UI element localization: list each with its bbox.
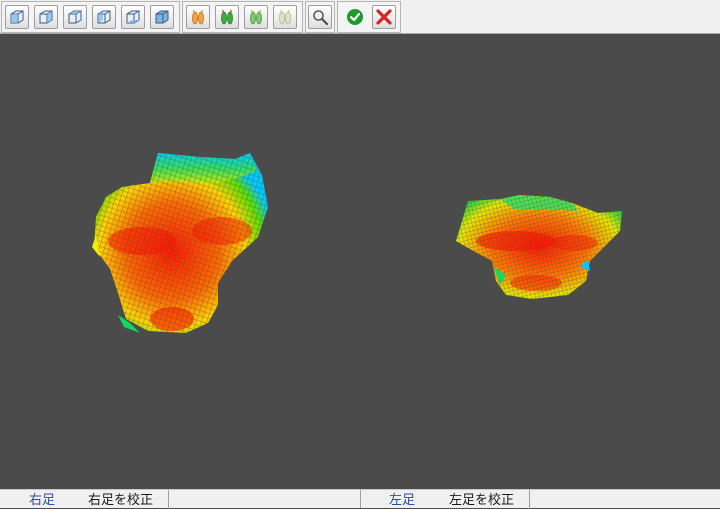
cube-view-6-button[interactable] xyxy=(150,5,174,29)
zoom-toolbar-group xyxy=(305,1,335,33)
foot-toolbar-group xyxy=(182,1,303,33)
cancel-button[interactable] xyxy=(372,5,396,29)
cube-view-4-button[interactable] xyxy=(92,5,116,29)
footer: 右足 右足を校正 左足 左足を校正 xyxy=(0,487,720,509)
magnifier-icon xyxy=(313,10,329,26)
cube-view-5-button[interactable] xyxy=(121,5,145,29)
zoom-button[interactable] xyxy=(308,5,332,29)
both-feet-orange-button[interactable] xyxy=(186,5,210,29)
both-feet-green-light-button[interactable] xyxy=(244,5,268,29)
check-icon xyxy=(347,9,363,25)
tab-left-foot[interactable]: 左足 xyxy=(389,492,415,509)
right-foot-tabbar: 右足 右足を校正 xyxy=(0,489,360,509)
cube-view-6-icon xyxy=(155,10,169,24)
toolbar xyxy=(0,0,720,34)
cube-view-3-icon xyxy=(68,10,82,24)
foot-scan-viewport[interactable] xyxy=(0,35,720,487)
tab-separator xyxy=(529,490,530,509)
cube-view-3-button[interactable] xyxy=(63,5,87,29)
foot-scan-canvas[interactable] xyxy=(0,35,720,487)
cube-view-1-button[interactable] xyxy=(5,5,29,29)
cube-view-2-icon xyxy=(39,10,53,24)
both-feet-green-button[interactable] xyxy=(215,5,239,29)
tab-left-foot-calibrate[interactable]: 左足を校正 xyxy=(449,492,514,509)
cube-view-1-icon xyxy=(10,10,24,24)
confirm-button[interactable] xyxy=(343,5,367,29)
right-foot-mesh xyxy=(92,153,268,333)
cube-view-2-button[interactable] xyxy=(34,5,58,29)
left-foot-mesh xyxy=(456,195,622,299)
both-feet-orange-icon xyxy=(192,10,204,25)
both-feet-green-light-icon xyxy=(250,10,262,25)
left-foot-tabbar: 左足 左足を校正 xyxy=(360,489,720,509)
cube-view-4-icon xyxy=(97,10,111,24)
action-toolbar-group xyxy=(337,1,401,33)
cube-view-5-icon xyxy=(126,10,140,24)
both-feet-pale-button[interactable] xyxy=(273,5,297,29)
view-toolbar-group xyxy=(1,1,180,33)
both-feet-green-icon xyxy=(221,10,233,25)
close-icon xyxy=(376,9,392,25)
tab-right-foot-calibrate[interactable]: 右足を校正 xyxy=(88,492,153,509)
both-feet-pale-icon xyxy=(279,10,291,25)
tab-separator xyxy=(168,490,169,509)
tab-right-foot[interactable]: 右足 xyxy=(29,492,55,509)
